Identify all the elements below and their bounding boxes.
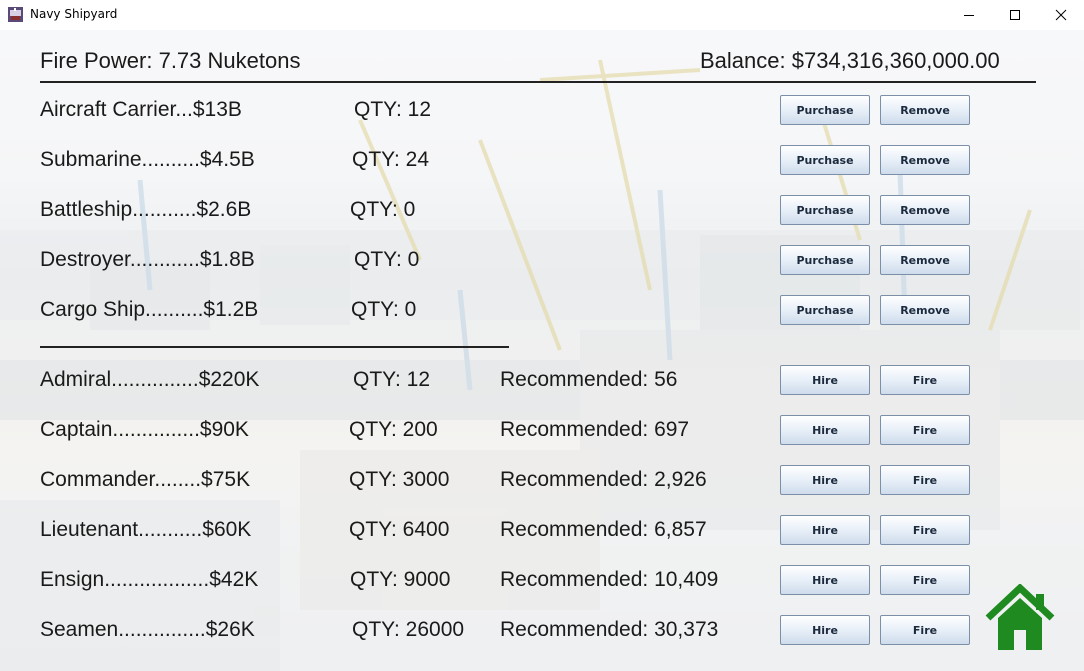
ship-name-cargo-ship: Cargo Ship..........$1.2B	[40, 298, 259, 321]
shipyard-panel: Fire Power: 7.73 Nuketons Balance: $734,…	[0, 30, 1084, 671]
minimize-icon	[964, 15, 974, 16]
rank-qty-commander: QTY: 3000	[349, 468, 450, 491]
ship-qty-submarine: QTY: 24	[352, 148, 430, 171]
fire-power-label: Fire Power: 7.73 Nuketons	[40, 48, 301, 73]
minimize-button[interactable]	[946, 0, 992, 30]
rank-name-captain: Captain...............$90K	[40, 418, 249, 441]
ship-app-icon	[8, 7, 23, 22]
home-button[interactable]	[984, 583, 1056, 654]
remove-submarine-button[interactable]: Remove	[880, 145, 970, 175]
maximize-icon	[1010, 10, 1020, 20]
remove-cargo-ship-button[interactable]: Remove	[880, 295, 970, 325]
rank-name-lieutenant: Lieutenant...........$60K	[40, 518, 252, 541]
ship-qty-cargo-ship: QTY: 0	[351, 298, 417, 321]
rank-qty-ensign: QTY: 9000	[350, 568, 451, 591]
close-button[interactable]	[1038, 0, 1084, 30]
purchase-aircraft-carrier-button[interactable]: Purchase	[780, 95, 870, 125]
rank-recommended-seamen: Recommended: 30,373	[500, 618, 719, 641]
hire-admiral-button[interactable]: Hire	[780, 365, 870, 395]
remove-battleship-button[interactable]: Remove	[880, 195, 970, 225]
rank-qty-lieutenant: QTY: 6400	[349, 518, 450, 541]
rank-recommended-captain: Recommended: 697	[500, 418, 690, 441]
fire-commander-button[interactable]: Fire	[880, 465, 970, 495]
ship-name-destroyer: Destroyer............$1.8B	[40, 248, 255, 271]
remove-destroyer-button[interactable]: Remove	[880, 245, 970, 275]
ship-name-aircraft-carrier: Aircraft Carrier...$13B	[40, 98, 242, 121]
fire-seamen-button[interactable]: Fire	[880, 615, 970, 645]
purchase-battleship-button[interactable]: Purchase	[780, 195, 870, 225]
fire-ensign-button[interactable]: Fire	[880, 565, 970, 595]
hire-lieutenant-button[interactable]: Hire	[780, 515, 870, 545]
rank-recommended-ensign: Recommended: 10,409	[500, 568, 719, 591]
rank-qty-captain: QTY: 200	[349, 418, 438, 441]
hire-ensign-button[interactable]: Hire	[780, 565, 870, 595]
purchase-destroyer-button[interactable]: Purchase	[780, 245, 870, 275]
fire-admiral-button[interactable]: Fire	[880, 365, 970, 395]
maximize-button[interactable]	[992, 0, 1038, 30]
fire-lieutenant-button[interactable]: Fire	[880, 515, 970, 545]
hire-commander-button[interactable]: Hire	[780, 465, 870, 495]
title-bar: Navy Shipyard	[0, 0, 1084, 30]
header-divider	[40, 81, 1036, 83]
rank-name-ensign: Ensign..................$42K	[40, 568, 259, 591]
ship-qty-battleship: QTY: 0	[350, 198, 416, 221]
rank-name-seamen: Seamen...............$26K	[40, 618, 255, 641]
ship-name-submarine: Submarine..........$4.5B	[40, 148, 255, 171]
close-icon	[1055, 9, 1067, 21]
home-icon	[985, 583, 1055, 650]
hire-captain-button[interactable]: Hire	[780, 415, 870, 445]
purchase-cargo-ship-button[interactable]: Purchase	[780, 295, 870, 325]
rank-recommended-commander: Recommended: 2,926	[500, 468, 707, 491]
balance-label: Balance: $734,316,360,000.00	[700, 48, 1000, 73]
rank-name-admiral: Admiral...............$220K	[40, 368, 260, 391]
ship-qty-destroyer: QTY: 0	[354, 248, 420, 271]
ship-name-battleship: Battleship...........$2.6B	[40, 198, 252, 221]
hire-seamen-button[interactable]: Hire	[780, 615, 870, 645]
rank-name-commander: Commander........$75K	[40, 468, 251, 491]
ship-qty-aircraft-carrier: QTY: 12	[354, 98, 432, 121]
purchase-submarine-button[interactable]: Purchase	[780, 145, 870, 175]
section-divider	[40, 346, 509, 348]
rank-qty-seamen: QTY: 26000	[352, 618, 465, 641]
remove-aircraft-carrier-button[interactable]: Remove	[880, 95, 970, 125]
rank-recommended-lieutenant: Recommended: 6,857	[500, 518, 707, 541]
rank-recommended-admiral: Recommended: 56	[500, 368, 678, 391]
rank-qty-admiral: QTY: 12	[353, 368, 431, 391]
fire-captain-button[interactable]: Fire	[880, 415, 970, 445]
window-title: Navy Shipyard	[30, 7, 118, 21]
